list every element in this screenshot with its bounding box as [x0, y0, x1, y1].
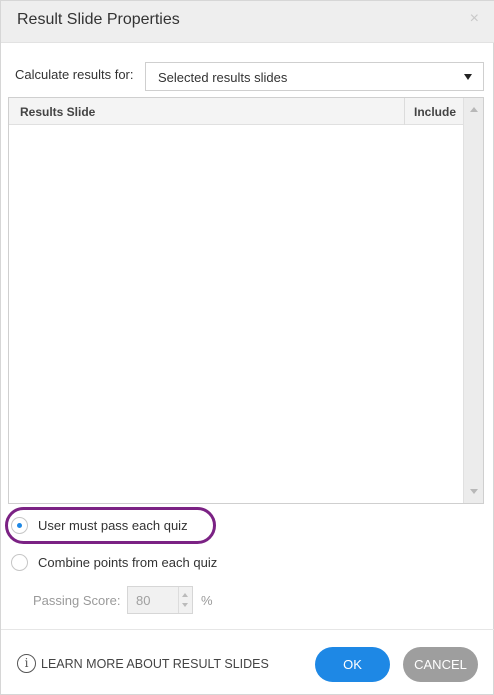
option-pass-each-quiz-label: User must pass each quiz — [38, 518, 188, 533]
calculate-results-label: Calculate results for: — [15, 67, 134, 82]
calculate-results-value: Selected results slides — [158, 70, 288, 85]
chevron-down-icon — [464, 74, 472, 80]
column-divider[interactable] — [404, 98, 405, 125]
table-body — [9, 126, 464, 503]
dialog-titlebar: Result Slide Properties × — [1, 1, 494, 43]
ok-button[interactable]: OK — [315, 647, 390, 682]
increment-arrow-icon[interactable] — [182, 593, 188, 597]
column-header-include[interactable]: Include — [414, 105, 456, 119]
passing-score-spinner[interactable] — [178, 587, 192, 613]
learn-more-label: LEARN MORE ABOUT RESULT SLIDES — [41, 657, 269, 671]
scroll-up-arrow-icon[interactable] — [470, 107, 478, 112]
result-slide-properties-dialog: Result Slide Properties × Calculate resu… — [0, 0, 494, 695]
passing-score-stepper[interactable]: 80 — [127, 586, 193, 614]
footer-divider — [1, 629, 494, 630]
table-scrollbar[interactable] — [463, 98, 483, 503]
radio-pass-each-quiz[interactable] — [11, 517, 28, 534]
option-combine-points-label: Combine points from each quiz — [38, 555, 218, 570]
table-header: Results Slide Include — [9, 98, 464, 125]
results-slide-table: Results Slide Include — [8, 97, 484, 504]
percent-unit-label: % — [201, 593, 213, 608]
cancel-button[interactable]: CANCEL — [403, 647, 478, 682]
scroll-down-arrow-icon[interactable] — [470, 489, 478, 494]
option-pass-each-quiz[interactable]: User must pass each quiz — [11, 516, 211, 536]
radio-combine-points[interactable] — [11, 554, 28, 571]
passing-score-label: Passing Score: — [33, 593, 121, 608]
option-combine-points[interactable]: Combine points from each quiz — [11, 553, 231, 573]
dialog-title: Result Slide Properties — [17, 11, 180, 28]
info-icon: i — [17, 654, 36, 673]
close-icon[interactable]: × — [470, 11, 479, 27]
decrement-arrow-icon[interactable] — [182, 603, 188, 607]
passing-score-value: 80 — [136, 593, 151, 608]
calculate-results-select[interactable]: Selected results slides — [145, 62, 484, 91]
column-header-results-slide[interactable]: Results Slide — [20, 105, 95, 119]
